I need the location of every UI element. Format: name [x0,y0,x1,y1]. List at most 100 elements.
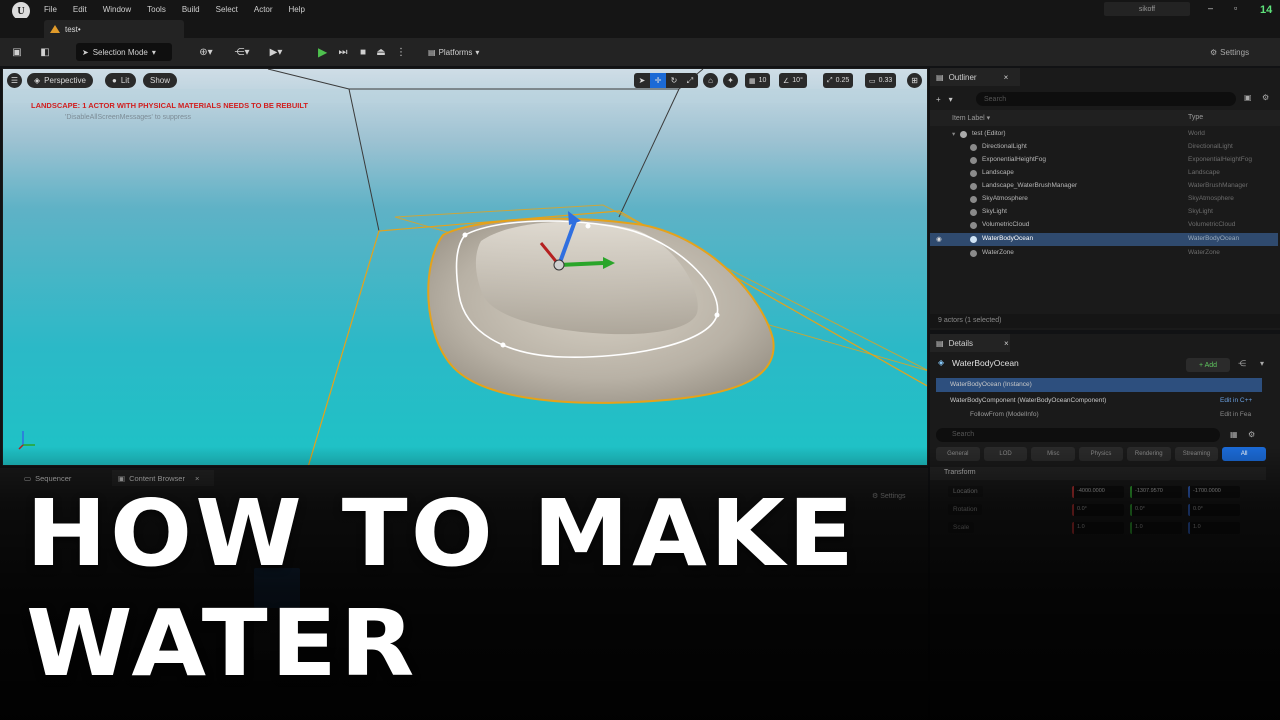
settings-icon[interactable]: ⚙ [1262,93,1269,102]
level-viewport[interactable]: ☰ ◈ Perspective ● Lit Show ➤ ✛ ↻ ⤢ ⌂ ✦ ▦… [2,68,928,466]
rotation-x[interactable]: 0.0° [1072,504,1124,516]
details-tab[interactable]: ▤ Details × [930,334,1010,352]
expand-icon[interactable]: ▾ [952,130,955,138]
outliner-search-input[interactable]: Search [976,92,1236,106]
content-settings[interactable]: ⚙ Settings [872,492,906,500]
world-space-icon[interactable]: ⌂ [703,73,718,88]
filter-icon[interactable]: ▾ [949,95,953,104]
transform-section-header[interactable]: Transform [930,467,1266,480]
rotation-label[interactable]: Rotation [948,504,983,515]
blueprint-icon[interactable]: ⋲▾ [230,43,254,61]
outliner-tab[interactable]: ▤ Outliner × [930,68,1020,86]
grid-snap[interactable]: ▦ 10 [745,73,771,88]
close-icon[interactable]: × [1004,73,1009,82]
platforms-button[interactable]: ▤ Platforms ▾ [428,43,498,61]
location-label[interactable]: Location [948,486,983,497]
menu-edit[interactable]: Edit [65,5,95,14]
translate-tool-icon[interactable]: ✛ [650,73,666,88]
component-row[interactable]: WaterBodyComponent (WaterBodyOceanCompon… [936,394,1262,408]
camera-speed[interactable]: ▭ 0.33 [865,73,897,88]
save-icon[interactable]: ▣ [10,43,24,61]
play-options-icon[interactable]: ⋮ [394,43,408,61]
menu-tools[interactable]: Tools [139,5,174,14]
row-type: ExponentialHeightFog [1188,156,1252,163]
outliner-row[interactable]: SkyLight SkyLight [930,206,1278,219]
settings-icon[interactable]: ⚙ [1248,430,1255,439]
menu-file[interactable]: File [44,5,65,14]
grid-view-icon[interactable]: ▦ [1230,430,1238,439]
row-label: SkyAtmosphere [982,195,1028,202]
filter-physics[interactable]: Physics [1079,447,1123,461]
outliner-row-selected[interactable]: ◉ WaterBodyOcean WaterBodyOcean [930,233,1278,246]
close-icon[interactable]: × [1004,339,1009,348]
outliner-row[interactable]: SkyAtmosphere SkyAtmosphere [930,193,1278,206]
component-label: FollowFrom (ModelInfo) [970,411,1039,418]
eject-icon[interactable]: ⏏ [374,43,388,61]
rotation-snap[interactable]: ∠ 10° [779,73,807,88]
show-button[interactable]: Show [143,73,178,88]
cinematics-icon[interactable]: ▶▾ [264,43,288,61]
scale-x[interactable]: 1.0 [1072,522,1124,534]
add-component-button[interactable]: + Add [1186,358,1230,372]
filter-general[interactable]: General [936,447,980,461]
settings-button[interactable]: ⚙ Settings [1210,43,1270,61]
scale-label[interactable]: Scale [948,522,975,533]
scale-z[interactable]: 1.0 [1188,522,1240,534]
lit-button[interactable]: ● Lit [105,73,137,88]
level-tab[interactable]: test• [44,20,184,38]
minimize-icon[interactable]: – [1208,3,1213,13]
scale-tool-icon[interactable]: ⤢ [682,73,698,88]
menu-window[interactable]: Window [95,5,139,14]
filter-lod[interactable]: LOD [983,447,1028,461]
add-filter-icon[interactable]: + [936,95,941,104]
rotate-tool-icon[interactable]: ↻ [666,73,682,88]
filter-streaming[interactable]: Streaming [1174,447,1219,461]
user-name[interactable]: sikoff [1104,2,1190,16]
location-y[interactable]: -1307.9570 [1130,486,1182,498]
menu-select[interactable]: Select [208,5,246,14]
menu-actor[interactable]: Actor [246,5,281,14]
select-tool-icon[interactable]: ➤ [634,73,650,88]
component-row[interactable]: FollowFrom (ModelInfo) Edit in Fea [936,408,1262,422]
location-x[interactable]: -4000.0000 [1072,486,1124,498]
col-item-label[interactable]: Item Label ▾ [952,114,990,122]
outliner-row[interactable]: VolumetricCloud VolumetricCloud [930,219,1278,232]
outliner-row[interactable]: Landscape_WaterBrushManager WaterBrushMa… [930,180,1278,193]
blueprint-icon[interactable]: ⋲ [1238,359,1246,368]
outliner-row[interactable]: ExponentialHeightFog ExponentialHeightFo… [930,154,1278,167]
source-control-icon[interactable]: ◧ [38,43,52,61]
visibility-eye-icon[interactable]: ◉ [936,235,942,243]
rotation-y[interactable]: 0.0° [1130,504,1182,516]
folder-add-icon[interactable]: ▣ [1244,93,1252,102]
add-actor-icon[interactable]: ⊕▾ [194,43,218,61]
location-z[interactable]: -1700.0000 [1188,486,1240,498]
filter-all[interactable]: All [1222,447,1267,461]
details-search-input[interactable]: Search [936,428,1220,442]
filter-misc[interactable]: Misc [1031,447,1076,461]
perspective-button[interactable]: ◈ Perspective [27,73,93,88]
edit-link[interactable]: Edit in C++ [1220,397,1252,404]
surface-snap-icon[interactable]: ✦ [723,73,738,88]
maximize-icon[interactable]: ▫ [1234,3,1237,13]
menu-build[interactable]: Build [174,5,208,14]
outliner-row[interactable]: Landscape Landscape [930,167,1278,180]
more-icon[interactable]: ▾ [1260,359,1264,368]
viewport-menu-icon[interactable]: ☰ [7,73,22,88]
step-icon[interactable]: ⏭ [336,43,350,61]
scale-y[interactable]: 1.0 [1130,522,1182,534]
outliner-row[interactable]: WaterZone WaterZone [930,247,1278,260]
filter-rendering[interactable]: Rendering [1126,447,1171,461]
outliner-row[interactable]: DirectionalLight DirectionalLight [930,141,1278,154]
outliner-row[interactable]: ▾ test (Editor) World [930,128,1278,141]
component-row-selected[interactable]: WaterBodyOcean (Instance) [936,378,1262,392]
scale-snap[interactable]: ⤢ 0.25 [823,73,854,88]
play-icon[interactable]: ▶ [318,43,332,61]
component-label: WaterBodyComponent (WaterBodyOceanCompon… [950,397,1107,404]
stop-icon[interactable]: ■ [356,43,370,61]
menu-help[interactable]: Help [281,5,313,14]
col-type[interactable]: Type [1188,114,1203,121]
selection-mode-dropdown[interactable]: ➤ Selection Mode ▾ [76,43,172,61]
rotation-z[interactable]: 0.0° [1188,504,1240,516]
edit-link[interactable]: Edit in Fea [1220,411,1251,418]
maximize-viewport-icon[interactable]: ⊞ [907,73,922,88]
